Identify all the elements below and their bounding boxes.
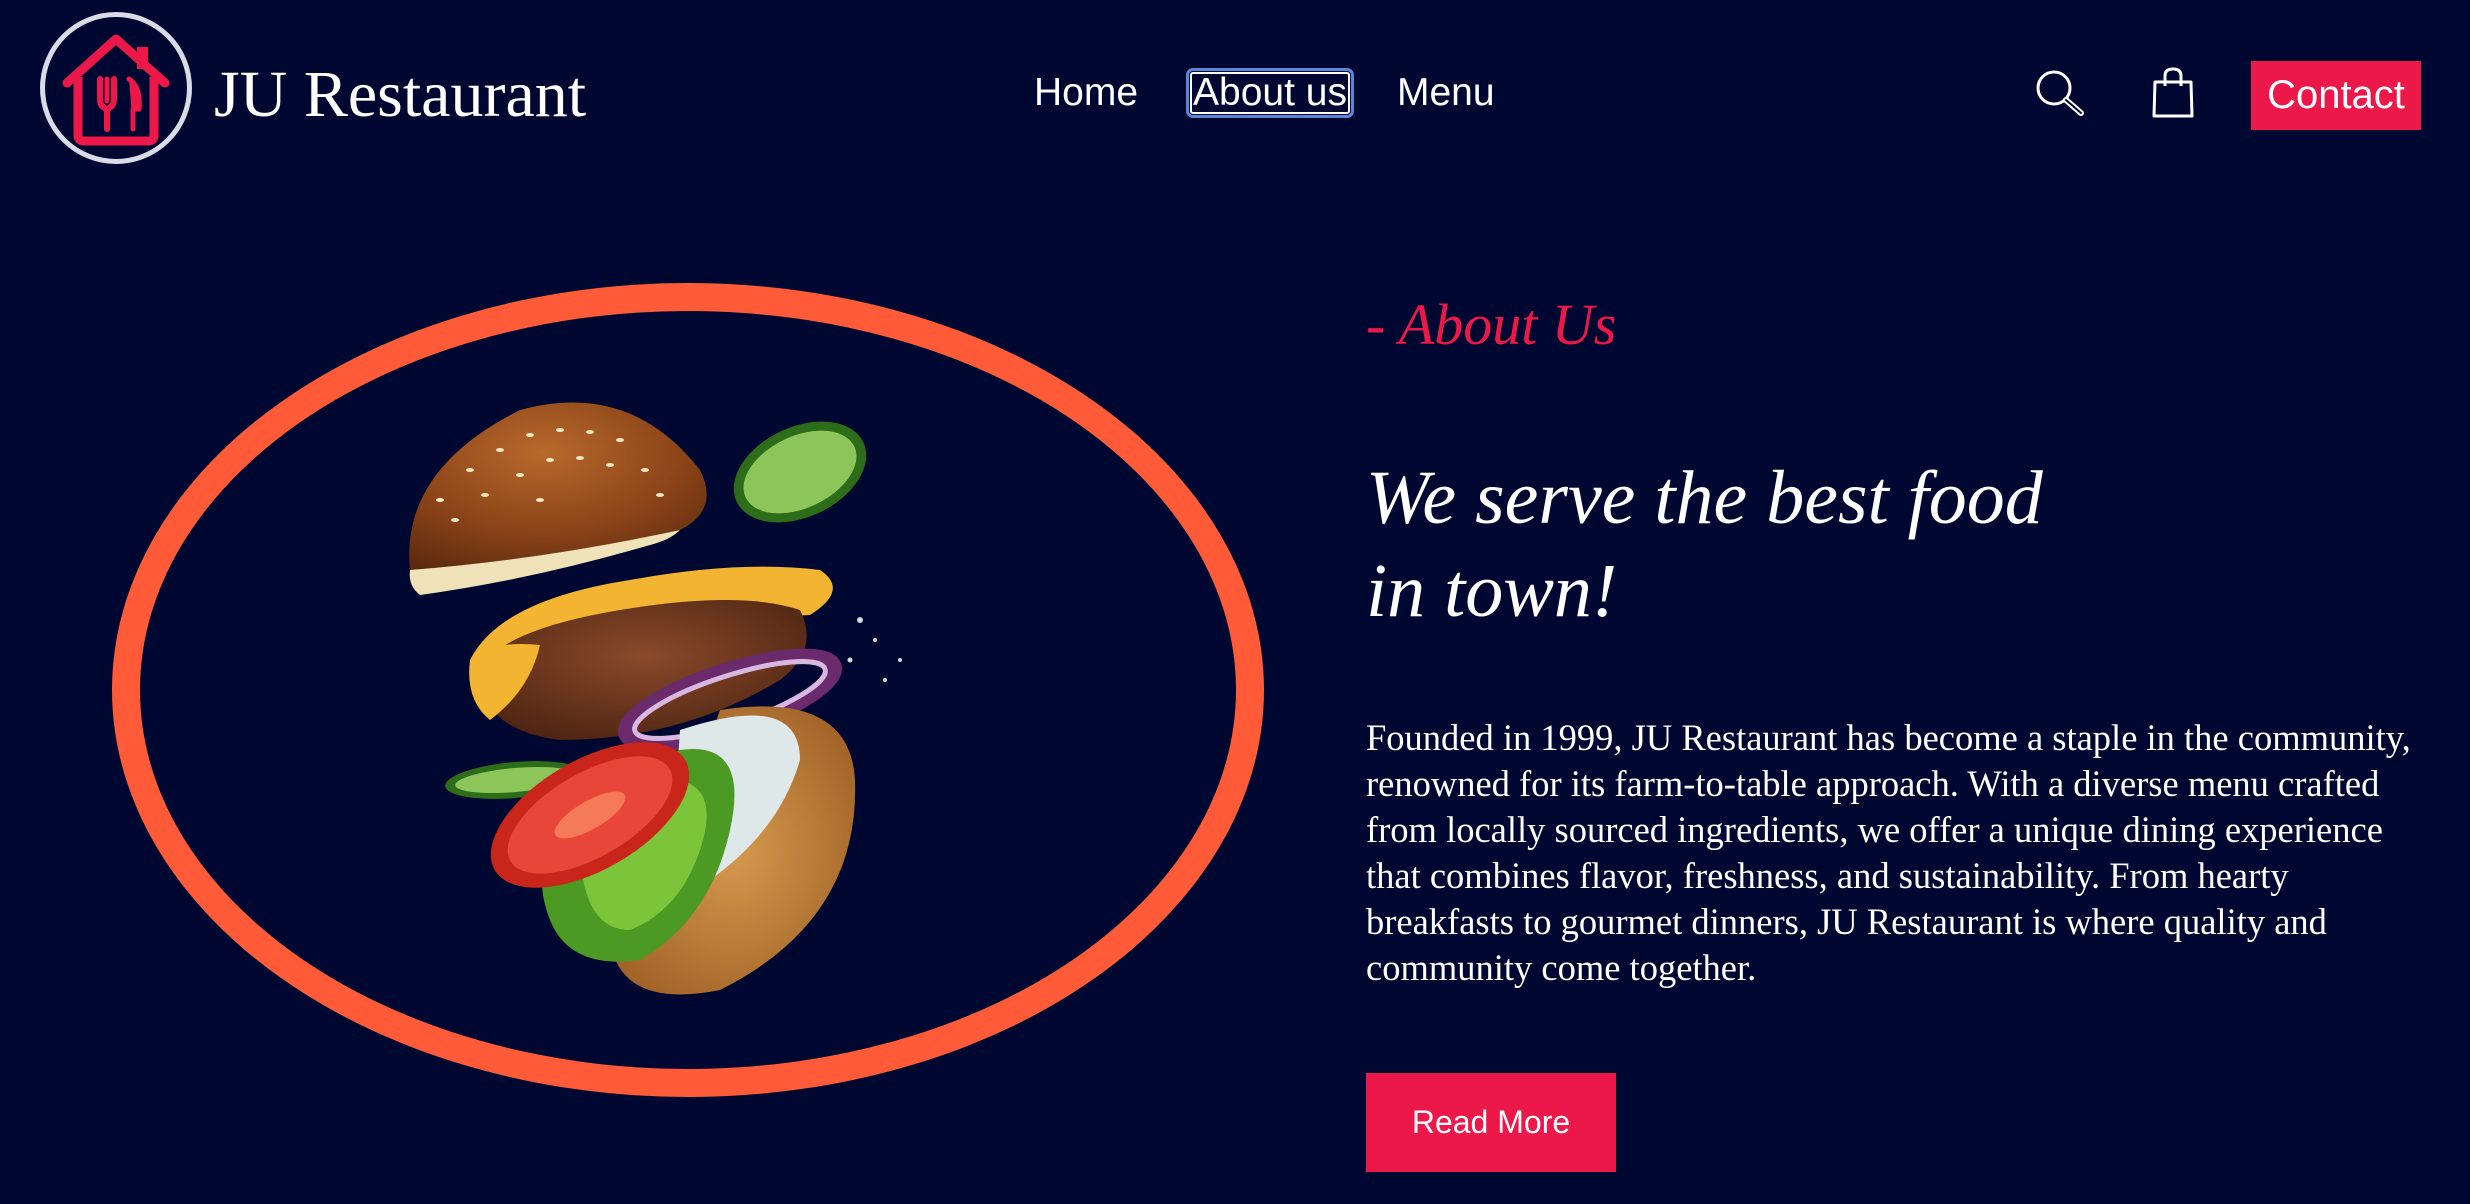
about-title: We serve the best food in town!: [1366, 452, 2266, 638]
cart-button[interactable]: [2150, 66, 2196, 120]
search-icon: [2036, 70, 2084, 116]
contact-button[interactable]: Contact: [2251, 61, 2421, 130]
nav-menu-link[interactable]: Menu: [1397, 68, 1495, 118]
about-title-line1: We serve the best food: [1366, 456, 2043, 540]
main-nav: Home About us Menu: [0, 66, 2470, 166]
about-title-line2: in town!: [1366, 549, 1618, 633]
nav-home-link[interactable]: Home: [1034, 68, 1138, 118]
about-body: Founded in 1999, JU Restaurant has becom…: [1366, 717, 2411, 988]
shopping-bag-icon: [2152, 67, 2194, 118]
flying-burger-image: [409, 402, 902, 995]
nav-about-link[interactable]: About us: [1186, 68, 1354, 118]
about-kicker: - About Us: [1366, 292, 1617, 357]
read-more-button[interactable]: Read More: [1366, 1073, 1616, 1172]
search-button[interactable]: [2034, 68, 2086, 120]
